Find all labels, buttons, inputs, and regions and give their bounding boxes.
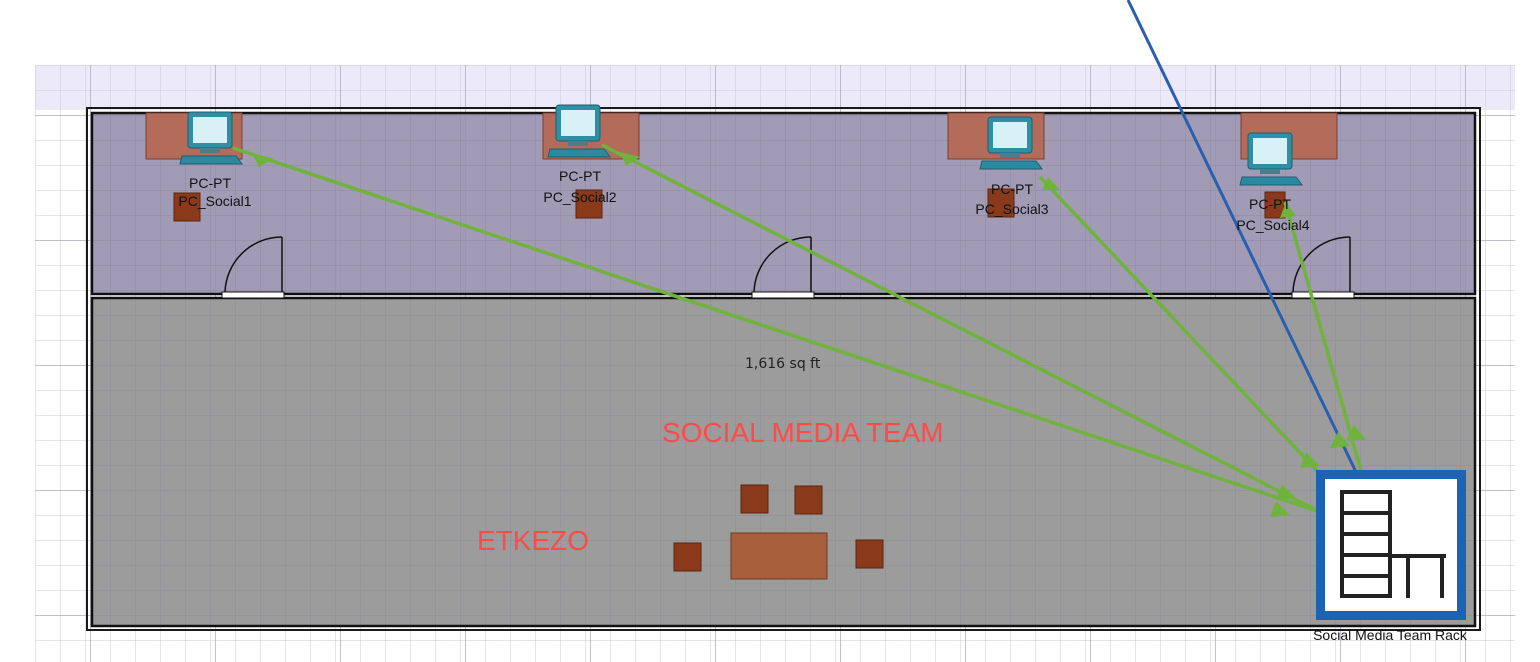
dining-label: ETKEZO bbox=[477, 525, 590, 556]
pc3-name-label: PC_Social3 bbox=[975, 201, 1049, 217]
pc2-type-label: PC-PT bbox=[559, 168, 601, 184]
pc1-type-label: PC-PT bbox=[189, 175, 231, 191]
dining-chair-4 bbox=[855, 539, 884, 569]
pc2-name-label: PC_Social2 bbox=[543, 189, 617, 205]
room-area-label: 1,616 sq ft bbox=[745, 356, 821, 372]
pc4-name-label: PC_Social4 bbox=[1236, 217, 1310, 233]
dining-table bbox=[730, 532, 828, 580]
rack-icon[interactable] bbox=[1316, 470, 1466, 620]
pc3-type-label: PC-PT bbox=[991, 181, 1033, 197]
dining-chair-3 bbox=[673, 542, 702, 572]
pc1-name-label: PC_Social1 bbox=[178, 193, 252, 209]
zone-label: SOCIAL MEDIA TEAM bbox=[662, 417, 944, 448]
dining-chair-2 bbox=[794, 485, 823, 515]
physical-workspace-canvas[interactable] bbox=[0, 0, 1540, 662]
dining-chair-1 bbox=[740, 484, 769, 514]
pc4-type-label: PC-PT bbox=[1249, 196, 1291, 212]
rack-name-label: Social Media Team Rack bbox=[1313, 627, 1467, 643]
